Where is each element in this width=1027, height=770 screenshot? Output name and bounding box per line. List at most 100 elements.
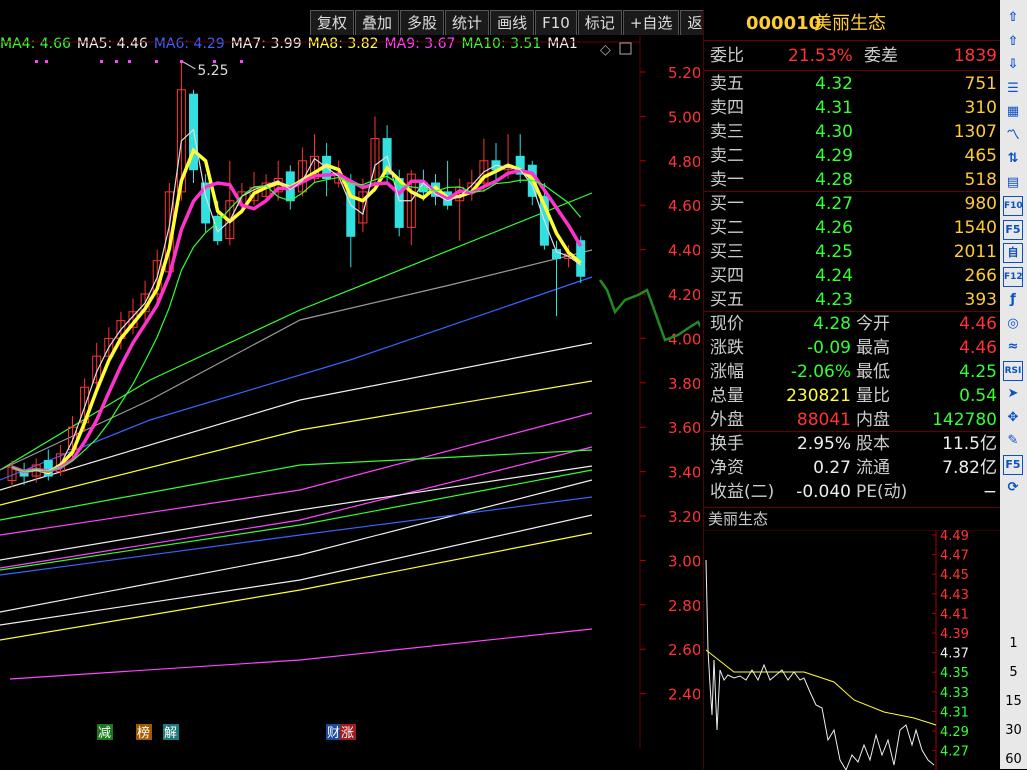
- order-row[interactable]: 卖四 4.31 310: [704, 96, 1001, 120]
- f10-icon[interactable]: F10: [1003, 196, 1023, 216]
- stat-value: -2.06%: [790, 362, 851, 382]
- period-button[interactable]: 60: [1000, 752, 1027, 767]
- stat-label: 总量: [710, 386, 744, 406]
- stat-row: 换手 2.95% 股本 11.5亿: [704, 432, 1001, 456]
- f5b-icon[interactable]: F5: [1003, 454, 1023, 475]
- order-price: 4.26: [815, 218, 853, 238]
- kline-chart[interactable]: 5.20 5.00 4.80 4.60 4.40 4.20 4.00 3.80 3.60 3.40…: [0, 36, 700, 748]
- order-row[interactable]: 买二 4.26 1540: [704, 216, 1001, 240]
- stat-value: 4.28: [813, 314, 851, 334]
- stat-row: 涨幅 -2.06% 最低 4.25: [704, 360, 1001, 384]
- order-label: 买一: [710, 194, 744, 214]
- legend-dot: [240, 60, 243, 63]
- weibi-label: 委比: [710, 46, 744, 66]
- intraday-mini-chart[interactable]: 4.49 4.47 4.45 4.43 4.41 4.39 4.37 4.35 4.33 4.31…: [704, 530, 1001, 770]
- period-button[interactable]: 15: [1000, 694, 1027, 709]
- circle-icon[interactable]: ◎: [1003, 314, 1023, 334]
- order-row[interactable]: 卖五 4.32 751: [704, 72, 1001, 96]
- window-toggle-icon[interactable]: [619, 42, 632, 55]
- order-row[interactable]: 买一 4.27 980: [704, 192, 1001, 216]
- grid-icon[interactable]: ▦: [1003, 102, 1023, 122]
- order-volume: 393: [964, 290, 997, 310]
- order-price: 4.24: [815, 266, 853, 286]
- mini-tick-label: 4.41: [940, 607, 969, 622]
- up-outline-arrow-icon[interactable]: ⇧: [1003, 32, 1023, 52]
- cursor-icon[interactable]: ➤: [1003, 384, 1023, 404]
- stat-value: 88041: [796, 410, 851, 430]
- toolbar-button[interactable]: 标记: [577, 10, 622, 35]
- toolbar-button[interactable]: 复权: [310, 10, 355, 35]
- line-chart-icon[interactable]: 〽: [1003, 126, 1023, 146]
- candle-icon[interactable]: ⇅: [1003, 149, 1023, 169]
- order-price: 4.28: [815, 170, 853, 190]
- ma-line: [0, 276, 593, 481]
- order-row[interactable]: 买三 4.25 2011: [704, 240, 1001, 264]
- short-ma-line: [11, 168, 583, 474]
- stat-value: 230821: [786, 386, 851, 406]
- weibi-value: 21.53%: [788, 46, 853, 66]
- f12-icon[interactable]: F12: [1003, 266, 1023, 287]
- stat-row: 收益(二) -0.040 PE(动) −: [704, 480, 1001, 504]
- y-tick-label: 3.40: [668, 464, 700, 482]
- event-marker[interactable]: 涨: [340, 724, 356, 741]
- mini-tick-label: 4.39: [940, 627, 969, 642]
- stat-value: 4.46: [959, 338, 997, 358]
- ma-line: [0, 514, 593, 626]
- mini-tick-label: 4.45: [940, 568, 969, 583]
- period-button[interactable]: 30: [1000, 723, 1027, 738]
- move-icon[interactable]: ✥: [1003, 408, 1023, 428]
- legend-dot: [35, 60, 38, 63]
- order-row[interactable]: 卖二 4.29 465: [704, 144, 1001, 168]
- mini-avg-line: [705, 649, 937, 726]
- ma-line: [0, 532, 593, 641]
- toolbar-button[interactable]: +自选: [622, 10, 680, 35]
- mini-price-line: [705, 559, 935, 770]
- rsi-icon[interactable]: RSI: [1003, 360, 1023, 381]
- event-marker[interactable]: 减: [97, 724, 113, 741]
- stat-label: 内盘: [856, 410, 890, 430]
- table-icon[interactable]: ▤: [1003, 173, 1023, 193]
- period-button[interactable]: 5: [1000, 665, 1027, 680]
- candle-body[interactable]: [394, 178, 404, 228]
- f5-icon[interactable]: F5: [1003, 219, 1023, 240]
- toolbar-button[interactable]: 画线: [490, 10, 535, 35]
- quote-panel: 000010 美丽生态 委比 21.53% 委差 1839 卖五 4.32 751 卖…: [703, 10, 1001, 770]
- down-outline-arrow-icon[interactable]: ⇩: [1003, 55, 1023, 75]
- stat-label: 量比: [856, 386, 890, 406]
- toolbar-button[interactable]: 统计: [445, 10, 490, 35]
- event-marker[interactable]: 解: [163, 724, 179, 741]
- event-marker[interactable]: 榜: [136, 724, 152, 741]
- y-tick-label: 4.80: [668, 153, 700, 171]
- stat-value: 4.25: [959, 362, 997, 382]
- period-button[interactable]: 1: [1000, 636, 1027, 651]
- refresh-icon[interactable]: ⟳: [1003, 478, 1023, 498]
- list-icon[interactable]: ☰: [1003, 79, 1023, 99]
- up-arrow-icon[interactable]: ⇧: [1003, 8, 1023, 28]
- stat-label: 股本: [856, 434, 890, 454]
- toolbar-button[interactable]: 叠加: [355, 10, 400, 35]
- y-tick-label: 3.20: [668, 508, 700, 526]
- mini-tick-label: 4.27: [940, 745, 969, 760]
- event-marker[interactable]: 财: [326, 724, 342, 741]
- wave-icon[interactable]: ≈: [1003, 337, 1023, 357]
- legend-dot: [180, 60, 183, 63]
- y-tick-label: 3.00: [668, 552, 700, 570]
- diamond-icon[interactable]: ◇: [600, 42, 611, 58]
- pencil-icon[interactable]: ✎: [1003, 431, 1023, 451]
- order-row[interactable]: 买五 4.23 393: [704, 288, 1001, 312]
- stat-value: 7.82亿: [942, 458, 997, 478]
- toolbar-button[interactable]: 多股: [400, 10, 445, 35]
- order-label: 买二: [710, 218, 744, 238]
- self-select-icon[interactable]: 自: [1003, 243, 1023, 263]
- y-tick-label: 4.40: [668, 242, 700, 260]
- order-price: 4.29: [815, 146, 853, 166]
- toolbar-button[interactable]: F10: [535, 10, 577, 35]
- order-label: 卖三: [710, 122, 744, 142]
- formula-icon[interactable]: ƒ: [1003, 290, 1023, 310]
- y-tick-label: 4.60: [668, 197, 700, 215]
- order-row[interactable]: 卖三 4.30 1307: [704, 120, 1001, 144]
- right-toolbar: ⇧ ⇧ ⇩ ☰ ▦ 〽 ⇅ ▤ F10 F5 自 F12 ƒ ◎ ≈ RSI ➤ ✥ ✎ F5 ⟳ 1 5 15 30 60: [1000, 0, 1027, 769]
- ma-line: [0, 449, 593, 521]
- order-row[interactable]: 卖一 4.28 518: [704, 168, 1001, 192]
- order-row[interactable]: 买四 4.24 266: [704, 264, 1001, 288]
